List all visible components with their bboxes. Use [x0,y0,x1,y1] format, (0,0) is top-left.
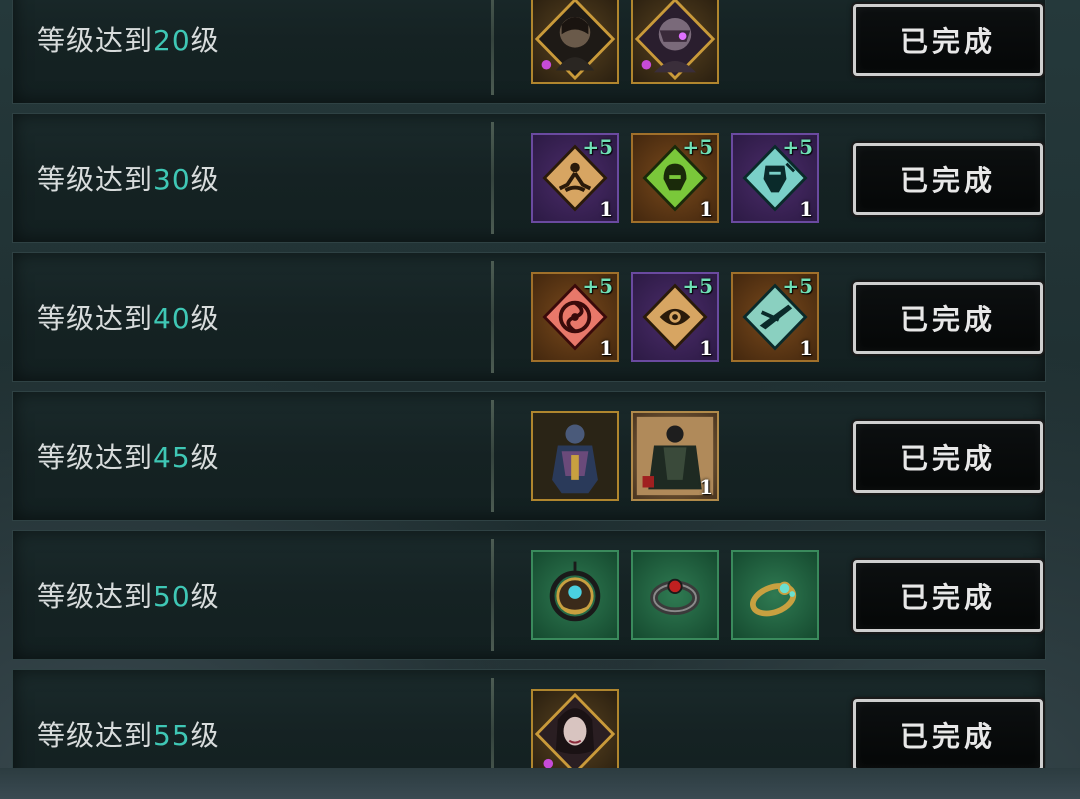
completed-button[interactable]: 已完成 [853,4,1043,76]
row-divider [491,122,494,234]
completed-button-label: 已完成 [899,303,996,336]
item-quantity: 1 [599,336,613,360]
bonus-badge: +5 [682,274,713,298]
character-portrait-masked-icon[interactable] [631,0,719,84]
completed-button[interactable]: 已完成 [853,699,1043,768]
swirl-rune-icon[interactable]: +5 1 [531,272,619,362]
item-quantity: 1 [699,336,713,360]
row-divider [491,400,494,512]
bonus-badge: +5 [582,274,613,298]
reward-items [531,550,819,640]
required-level: 40 [153,302,191,335]
cloak-costume-icon[interactable]: 1 [631,411,719,501]
reward-items: +5 1 +5 1 +5 1 [531,133,819,223]
armored-figure-icon[interactable] [531,411,619,501]
requirement-prefix: 等级达到 [37,24,154,57]
level-requirement-label: 等级达到20级 [37,19,220,59]
row-divider [491,0,494,95]
item-quantity: 1 [799,336,813,360]
requirement-prefix: 等级达到 [37,302,154,335]
requirement-suffix: 级 [190,580,220,613]
level-requirement-label: 等级达到45级 [37,436,220,476]
helmet-rune-icon[interactable]: +5 1 [631,133,719,223]
reward-items [531,689,619,768]
required-level: 55 [153,719,191,752]
item-quantity: 1 [699,197,713,221]
reward-items: 1 [531,411,719,501]
requirement-prefix: 等级达到 [37,719,154,752]
completed-button[interactable]: 已完成 [853,421,1043,493]
required-level: 50 [153,580,191,613]
item-quantity: 1 [699,475,713,499]
completed-button[interactable]: 已完成 [853,282,1043,354]
required-level: 45 [153,441,191,474]
reward-row-level-55: 等级达到55级 已完成 [12,669,1046,768]
level-requirement-label: 等级达到50级 [37,575,220,615]
reward-row-level-30: 等级达到30级 +5 1 +5 1 +5 1 已完成 [12,113,1046,243]
reward-row-level-40: 等级达到40级 +5 1 +5 1 +5 1 已完成 [12,252,1046,382]
level-requirement-label: 等级达到40级 [37,297,220,337]
reward-row-level-20: 等级达到20级 已完成 [12,0,1046,104]
requirement-suffix: 级 [190,719,220,752]
level-requirement-label: 等级达到55级 [37,714,220,754]
completed-button-label: 已完成 [899,442,996,475]
level-requirement-label: 等级达到30级 [37,158,220,198]
completed-button[interactable]: 已完成 [853,143,1043,215]
item-quantity: 1 [799,197,813,221]
dark-ring-icon[interactable] [631,550,719,640]
eye-rune-icon[interactable]: +5 1 [631,272,719,362]
bonus-badge: +5 [782,135,813,159]
completed-button-label: 已完成 [899,25,996,58]
requirement-prefix: 等级达到 [37,580,154,613]
completed-button[interactable]: 已完成 [853,560,1043,632]
bonus-badge: +5 [582,135,613,159]
row-divider [491,678,494,768]
requirement-suffix: 级 [190,163,220,196]
blade-rune-icon[interactable]: +5 1 [731,272,819,362]
completed-button-label: 已完成 [899,164,996,197]
required-level: 20 [153,24,191,57]
reward-items [531,0,719,84]
bonus-badge: +5 [782,274,813,298]
pendant-icon[interactable] [531,550,619,640]
completed-button-label: 已完成 [899,581,996,614]
level-reward-list[interactable]: 等级达到20级 已完成 等级达到30级 +5 1 +5 1 +5 1 已完成 等级达到40… [12,0,1046,768]
reward-items: +5 1 +5 1 +5 1 [531,272,819,362]
requirement-prefix: 等级达到 [37,163,154,196]
requirement-suffix: 级 [190,441,220,474]
requirement-prefix: 等级达到 [37,441,154,474]
completed-button-label: 已完成 [899,720,996,753]
reward-row-level-50: 等级达到50级 已完成 [12,530,1046,660]
required-level: 30 [153,163,191,196]
row-divider [491,261,494,373]
requirement-suffix: 级 [190,24,220,57]
requirement-suffix: 级 [190,302,220,335]
meditation-rune-icon[interactable]: +5 1 [531,133,619,223]
item-quantity: 1 [599,197,613,221]
mask-rune-icon[interactable]: +5 1 [731,133,819,223]
row-divider [491,539,494,651]
reward-row-level-45: 等级达到45级 1 已完成 [12,391,1046,521]
character-portrait-male-icon[interactable] [531,0,619,84]
gold-ring-icon[interactable] [731,550,819,640]
bottom-border [0,768,1080,799]
bonus-badge: +5 [682,135,713,159]
character-portrait-female-icon[interactable] [531,689,619,768]
